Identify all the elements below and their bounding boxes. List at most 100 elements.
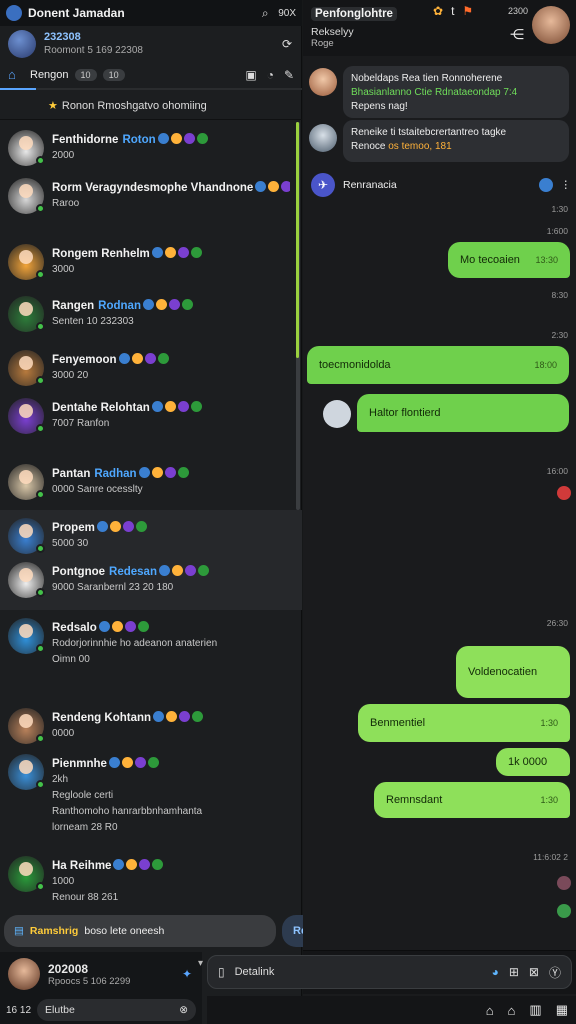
chat-list-item[interactable]: Fenyemoon 3000 20 (0, 346, 298, 392)
reaction-dot[interactable] (557, 876, 571, 890)
group-message-2[interactable]: Reneike ti tstaitebcrertantreo tagke Ren… (343, 120, 569, 162)
reaction-emoji-icon (138, 467, 150, 478)
image-icon[interactable]: ⊞ (509, 965, 519, 979)
tab-main[interactable]: Rengon (30, 69, 69, 81)
chat-list-item[interactable]: Rorm Veragyndesmophe Vhandnone Raroo (0, 174, 298, 234)
reaction-emoji-icon (183, 133, 195, 144)
chat-list-item[interactable]: Rendeng Kohtann 0000 (0, 704, 298, 748)
outgoing-message[interactable]: Mo tecoaien 13:30 (448, 242, 570, 278)
pin-icon[interactable]: ✎ (284, 68, 294, 82)
chat-avatar[interactable] (8, 244, 45, 280)
sender-avatar[interactable] (323, 400, 351, 428)
chat-list-item[interactable]: Pantan Radhan 0000 Sanre ocesslty (0, 460, 298, 510)
group-message-1[interactable]: Nobeldaps Rea tien Ronnoherene Bhasianla… (343, 66, 569, 118)
reaction-emoji-icon (190, 401, 202, 412)
my-name: 202008 (48, 961, 89, 976)
chat-name-text: Pontgnoe (52, 566, 106, 578)
outgoing-message[interactable]: Voldenocatien (456, 646, 570, 698)
building-icon[interactable]: ▥ (529, 1002, 541, 1018)
conversation-panel: Penfonglohtre Rekselyy Roge ✿ t ⚑ 2300 ⋲… (207, 0, 576, 1024)
chat-avatar[interactable] (8, 708, 45, 744)
chat-list-item[interactable]: Dentahe Relohtan 7007 Ranfon (0, 394, 298, 454)
contact-avatar[interactable] (532, 6, 570, 44)
chat-avatar[interactable] (8, 296, 45, 332)
incoming-message[interactable]: toecmonidolda 18:00 (307, 346, 569, 384)
search-icon[interactable]: ⌕ (258, 6, 272, 20)
flag-icon[interactable]: ⚑ (462, 4, 473, 18)
chat-name-text: Propem (52, 522, 95, 534)
reaction-icon[interactable]: ✿ (433, 4, 443, 18)
reaction-dot[interactable] (557, 904, 571, 918)
account-row[interactable]: 232308 Roomont 5 169 22308 ⟳ (0, 26, 302, 62)
chat-list-item[interactable]: Ha Reihme 1000 Renour 88 261 (0, 852, 298, 912)
tab-pill-2[interactable]: 10 (102, 69, 125, 81)
chat-avatar[interactable] (8, 856, 45, 892)
conversation-subline: Roge (311, 38, 334, 49)
chat-list-item[interactable]: Propem 5000 30 (0, 514, 298, 554)
store-icon[interactable]: ⌂ (486, 1003, 494, 1018)
chat-avatar[interactable] (8, 518, 45, 554)
outgoing-message[interactable]: 1k 0000 (496, 748, 570, 776)
send-icon[interactable]: Ⓨ (549, 964, 561, 981)
bottom-toolbar: ⌂ ⌂ ▥ ▦ (207, 996, 576, 1024)
reaction-emoji-icon (151, 401, 163, 412)
reaction-emoji-icon (144, 353, 156, 364)
group-avatar-2[interactable] (309, 124, 337, 152)
chat-list-item[interactable]: Rongem Renhelm 3000 (0, 240, 298, 290)
chat-name: Rongem Renhelm (52, 246, 290, 262)
chat-list-item[interactable]: Pontgnoe Redesan 9000 Saranbernl 23 20 180 (0, 558, 298, 604)
more-icon[interactable]: ⋮ (561, 179, 572, 191)
home-icon[interactable]: ⌂ (8, 67, 24, 83)
close-icon[interactable]: ⊗ (179, 1004, 188, 1016)
bot-info-row[interactable]: ✈ Renranacia ⋮ (311, 172, 571, 198)
share-icon[interactable]: ⋲ (510, 26, 524, 43)
text-icon[interactable]: t (451, 4, 454, 18)
app-top-bar: Donent Jamadan ⌕ 90X (0, 0, 302, 26)
message-text: 1k 0000 (508, 756, 548, 768)
online-indicator (36, 424, 45, 433)
outgoing-message[interactable]: Remnsdant 1:30 (374, 782, 570, 818)
reaction-emoji-icon (121, 757, 133, 768)
chat-avatar[interactable] (8, 178, 45, 214)
reaction-emoji-icon (158, 565, 170, 576)
outgoing-message[interactable]: Benmentiel 1:30 (358, 704, 570, 742)
emoji-icon[interactable]: ◕ (492, 965, 499, 979)
conversation-title[interactable]: Penfonglohtre (311, 7, 397, 21)
reaction-emoji-icon (192, 711, 204, 722)
chat-avatar[interactable] (8, 754, 45, 790)
chat-avatar[interactable] (8, 464, 45, 500)
gif-icon[interactable]: ⊠ (529, 965, 539, 979)
account-line2: Roomont 5 169 22308 (44, 45, 143, 56)
calendar-icon[interactable]: ▣ (245, 68, 256, 82)
my-profile-bar[interactable]: 202008 Rpoocs 5 106 2299 ✦ (0, 952, 202, 996)
reaction-emoji-icon (151, 247, 163, 258)
home-icon[interactable]: ⌂ (508, 1003, 516, 1018)
reaction-dot[interactable] (557, 486, 571, 500)
incoming-message[interactable]: Haltor flontierd (357, 394, 569, 432)
quick-compose[interactable]: ▤ Ramshrig boso lete oneesh (4, 915, 276, 947)
chat-avatar[interactable] (8, 618, 45, 654)
chat-list-item[interactable]: Pienmnhe 2kh Regloole certi Ranthomoho hanr… (0, 750, 298, 850)
chat-name: Redsalo (52, 620, 290, 636)
chat-avatar[interactable] (8, 130, 45, 166)
info-icon[interactable] (538, 178, 553, 192)
chat-avatar[interactable] (8, 562, 45, 598)
chat-list-item[interactable]: Rangen Rodnan Senten 10 232303 (0, 292, 298, 342)
message-input[interactable]: ▯ Detalink ◕ ⊞ ⊠ Ⓨ (207, 955, 572, 989)
timer-icon[interactable]: ◔ (267, 68, 274, 82)
group-avatar-1[interactable] (309, 68, 337, 96)
scrollbar-thumb[interactable] (296, 122, 299, 358)
bottom-search-field[interactable]: Elutbe ⊗ (37, 999, 196, 1021)
attach-icon[interactable]: ▯ (218, 965, 225, 979)
chat-list-item[interactable]: Fenthidorne Roton 2000 (0, 126, 298, 172)
pinned-banner[interactable]: ★ Ronon Rmoshgatvo ohomiing (0, 92, 302, 120)
online-indicator (36, 376, 45, 385)
grid-icon[interactable]: ▦ (556, 1002, 568, 1018)
chat-avatar[interactable] (8, 350, 45, 386)
chat-list-item[interactable]: Redsalo Rodorjorinnhie ho adeanon anateri… (0, 614, 298, 694)
window-control[interactable]: 90X (278, 8, 296, 19)
chat-avatar[interactable] (8, 398, 45, 434)
refresh-icon[interactable]: ⟳ (280, 37, 294, 51)
tab-pill-1[interactable]: 10 (74, 69, 97, 81)
online-indicator (36, 156, 45, 165)
